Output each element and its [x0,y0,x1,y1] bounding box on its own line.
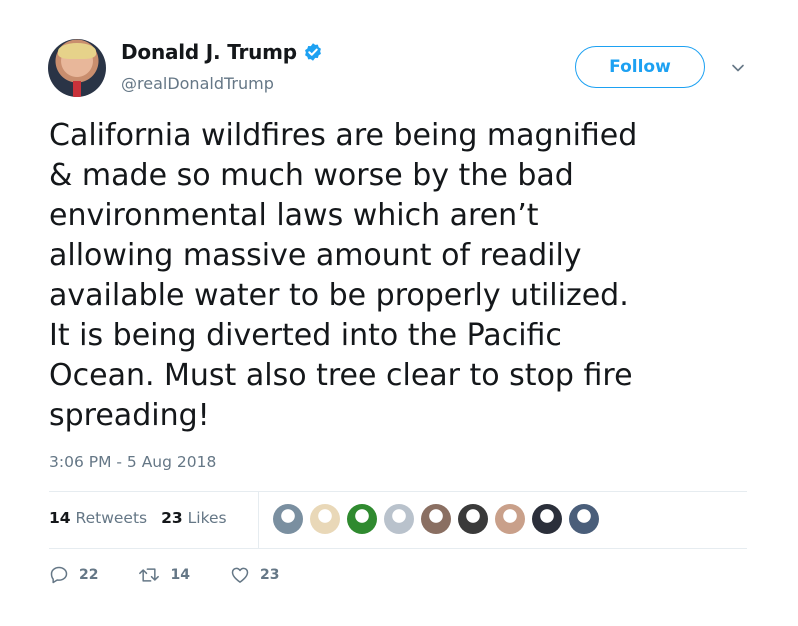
author-name-row: Donald J. Trump [121,40,323,64]
liker-avatar[interactable] [532,504,562,534]
retweet-button[interactable]: 14 [138,565,190,585]
liker-avatar[interactable] [495,504,525,534]
liker-avatar[interactable] [569,504,599,534]
author-handle[interactable]: @realDonaldTrump [121,74,274,93]
like-button[interactable]: 23 [230,565,279,585]
stats-divider [258,492,259,548]
likes-count: 23 [161,509,183,527]
author-avatar[interactable] [48,39,106,97]
chevron-down-icon[interactable] [730,60,746,76]
liker-avatar[interactable] [273,504,303,534]
liker-avatar[interactable] [421,504,451,534]
follow-button[interactable]: Follow [575,46,705,88]
liker-avatar[interactable] [310,504,340,534]
liker-avatar[interactable] [384,504,414,534]
reply-icon [50,566,68,584]
avatar-hair [58,43,96,59]
author-name[interactable]: Donald J. Trump [121,40,297,64]
reply-count: 22 [79,567,99,583]
divider-bottom [49,548,747,549]
retweet-count: 14 [170,567,190,583]
retweets-stat[interactable]: 14 Retweets [49,509,147,527]
verified-badge-icon [305,43,321,61]
heart-icon [231,567,249,583]
reply-button[interactable]: 22 [49,565,98,585]
liker-avatar[interactable] [458,504,488,534]
like-count: 23 [259,567,280,583]
liker-avatars [273,504,599,534]
divider-top [49,491,747,492]
retweets-count: 14 [49,509,71,527]
avatar-tie [73,81,81,97]
likes-stat[interactable]: 23 Likes [161,509,227,527]
tweet-stats: 14 Retweets 23 Likes [49,509,227,527]
liker-avatar[interactable] [347,504,377,534]
tweet-timestamp[interactable]: 3:06 PM - 5 Aug 2018 [49,453,216,471]
retweets-label: Retweets [75,509,148,527]
likes-label: Likes [187,509,227,527]
tweet-text: California wildfires are being magnified… [49,118,638,433]
tweet-actions: 22 14 23 [49,565,319,585]
retweet-icon [139,568,160,582]
